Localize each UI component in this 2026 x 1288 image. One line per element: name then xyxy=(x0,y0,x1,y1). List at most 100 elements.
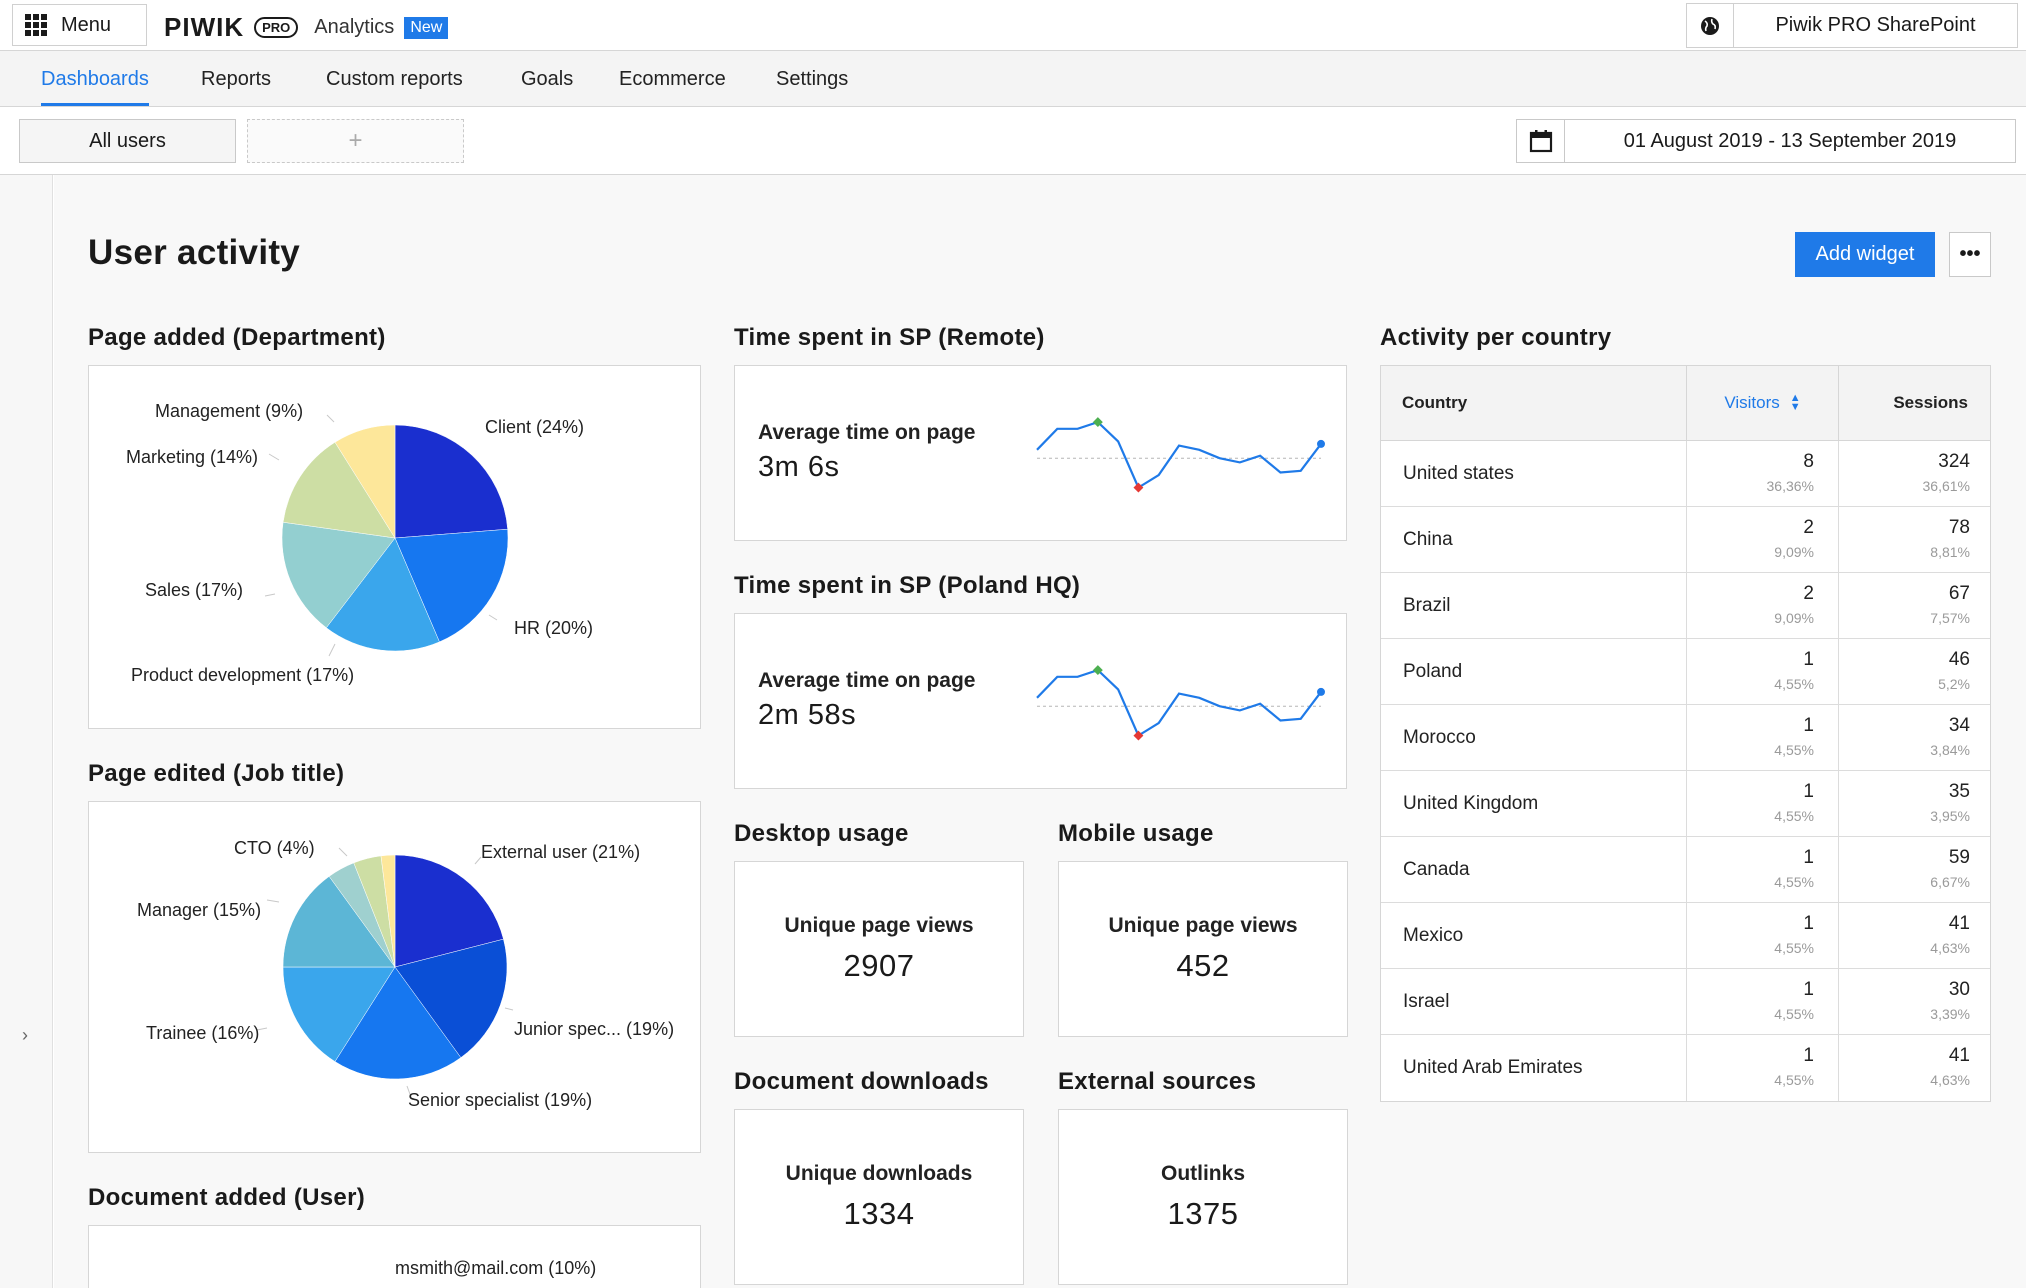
sessions-value: 67 xyxy=(1948,583,1970,604)
metric-label: Unique downloads xyxy=(785,1162,973,1185)
logo-word: PIWIK xyxy=(164,12,245,42)
country-name: United states xyxy=(1381,441,1687,506)
piwik-logo[interactable]: PIWIK PRO Analytics New xyxy=(164,12,449,43)
tab-settings[interactable]: Settings xyxy=(776,51,848,107)
tab-goals[interactable]: Goals xyxy=(521,51,573,107)
pie-label-manager: Manager (15%) xyxy=(137,900,262,920)
visitors-percent: 9,09% xyxy=(1774,610,1814,626)
metric-value: 2m 58s xyxy=(758,699,857,731)
sessions-cell: 59 6,67% xyxy=(1839,837,1990,902)
visitors-cell: 1 4,55% xyxy=(1687,705,1839,770)
column-header-visitors[interactable]: Visitors ▲ ▼ xyxy=(1687,366,1839,440)
sessions-cell: 78 8,81% xyxy=(1839,507,1990,572)
sessions-percent: 3,39% xyxy=(1930,1006,1970,1022)
column-header-sessions[interactable]: Sessions xyxy=(1839,366,1990,440)
metric-label: Average time on page xyxy=(758,421,976,444)
tab-ecommerce[interactable]: Ecommerce xyxy=(619,51,726,107)
main-nav: Dashboards Reports Custom reports Goals … xyxy=(0,51,2026,107)
pie-label-product-development: Product development (17%) xyxy=(131,665,355,685)
widget-document-added: msmith@mail.com (10%) xyxy=(88,1225,701,1288)
sparkline-min-marker xyxy=(1133,730,1144,741)
widget-time-poland: Average time on page 2m 58s xyxy=(734,613,1347,789)
table-row[interactable]: China 2 9,09% 78 8,81% xyxy=(1381,507,1990,573)
sparkline-min-marker xyxy=(1133,482,1144,493)
tab-dashboards[interactable]: Dashboards xyxy=(41,51,149,107)
metric-label: Unique page views xyxy=(784,914,974,937)
date-range-picker[interactable]: 01 August 2019 - 13 September 2019 xyxy=(1516,119,2016,163)
sessions-percent: 4,63% xyxy=(1930,940,1970,956)
sessions-cell: 41 4,63% xyxy=(1839,1035,1990,1101)
metric-label: Average time on page xyxy=(758,669,976,692)
new-badge: New xyxy=(404,16,449,39)
menu-button[interactable]: Menu xyxy=(12,4,147,46)
visitors-header-label: Visitors xyxy=(1724,393,1780,412)
country-name: Mexico xyxy=(1381,903,1687,968)
pie-label-hr: HR (20%) xyxy=(514,618,594,638)
filter-bar: All users + 01 August 2019 - 13 Septembe… xyxy=(0,107,2026,175)
menu-label: Menu xyxy=(61,13,112,36)
sessions-cell: 30 3,39% xyxy=(1839,969,1990,1034)
country-name: Morocco xyxy=(1381,705,1687,770)
table-row[interactable]: Mexico 1 4,55% 41 4,63% xyxy=(1381,903,1990,969)
visitors-value: 2 xyxy=(1803,517,1814,538)
logo-pro-badge: PRO xyxy=(254,17,299,38)
visitors-percent: 9,09% xyxy=(1774,544,1814,560)
chevron-right-icon[interactable]: › xyxy=(22,1025,28,1046)
table-row[interactable]: United Arab Emirates 1 4,55% 41 4,63% xyxy=(1381,1035,1990,1101)
pie-slice-client[interactable] xyxy=(394,424,508,539)
sessions-value: 41 xyxy=(1948,913,1970,934)
tab-reports[interactable]: Reports xyxy=(201,51,271,107)
widget-title-mobile: Mobile usage xyxy=(1058,820,1214,847)
visitors-value: 1 xyxy=(1803,781,1814,802)
side-panel-collapsed: › xyxy=(0,175,53,1288)
pie1-slices xyxy=(281,424,509,652)
column-header-country[interactable]: Country xyxy=(1381,366,1687,440)
table-row[interactable]: Brazil 2 9,09% 67 7,57% xyxy=(1381,573,1990,639)
site-switcher[interactable]: Piwik PRO SharePoint xyxy=(1686,3,2018,48)
visitors-percent: 4,55% xyxy=(1774,808,1814,824)
widget-page-added: Client (24%) HR (20%) Product developmen… xyxy=(88,365,701,729)
sparkline-chart xyxy=(1036,417,1325,493)
sparkline-chart xyxy=(1036,665,1325,741)
globe-icon xyxy=(1687,4,1734,47)
pie-label-cto: CTO (4%) xyxy=(234,838,315,858)
sessions-cell: 67 7,57% xyxy=(1839,573,1990,638)
date-range-text: 01 August 2019 - 13 September 2019 xyxy=(1623,129,1957,152)
visitors-cell: 1 4,55% xyxy=(1687,903,1839,968)
metric-label: Outlinks xyxy=(1160,1162,1245,1185)
metric-value: 3m 6s xyxy=(758,451,840,483)
widget-title-page-added: Page added (Department) xyxy=(88,324,386,351)
add-segment-button[interactable]: + xyxy=(247,119,464,163)
widget-title-external: External sources xyxy=(1058,1068,1257,1095)
table-row[interactable]: United states 8 36,36% 324 36,61% xyxy=(1381,441,1990,507)
dashboard-main: User activity Add widget ••• Page added … xyxy=(54,175,2026,1288)
table-row[interactable]: United Kingdom 1 4,55% 35 3,95% xyxy=(1381,771,1990,837)
country-name: United Kingdom xyxy=(1381,771,1687,836)
tab-custom-reports[interactable]: Custom reports xyxy=(326,51,463,107)
visitors-cell: 1 4,55% xyxy=(1687,1035,1839,1101)
grid-menu-icon xyxy=(25,14,47,36)
sessions-percent: 3,84% xyxy=(1930,742,1970,758)
table-row[interactable]: Morocco 1 4,55% 34 3,84% xyxy=(1381,705,1990,771)
visitors-cell: 2 9,09% xyxy=(1687,507,1839,572)
segment-all-users[interactable]: All users xyxy=(19,119,236,163)
table-row[interactable]: Canada 1 4,55% 59 6,67% xyxy=(1381,837,1990,903)
country-name: United Arab Emirates xyxy=(1381,1035,1687,1101)
page-title: User activity xyxy=(88,233,301,272)
table-body: United states 8 36,36% 324 36,61% China 2 9,09%… xyxy=(1381,441,1990,1101)
widget-time-remote: Average time on page 3m 6s xyxy=(734,365,1347,541)
sparkline-line xyxy=(1036,668,1322,738)
more-options-button[interactable]: ••• xyxy=(1949,232,1991,277)
sessions-value: 46 xyxy=(1948,649,1970,670)
widget-title-document-added: Document added (User) xyxy=(88,1184,366,1211)
visitors-value: 1 xyxy=(1803,649,1814,670)
sessions-percent: 8,81% xyxy=(1930,544,1970,560)
visitors-percent: 4,55% xyxy=(1774,676,1814,692)
site-name: Piwik PRO SharePoint xyxy=(1775,14,1976,36)
table-row[interactable]: Israel 1 4,55% 30 3,39% xyxy=(1381,969,1990,1035)
table-row[interactable]: Poland 1 4,55% 46 5,2% xyxy=(1381,639,1990,705)
country-name: Poland xyxy=(1381,639,1687,704)
add-widget-button[interactable]: Add widget xyxy=(1795,232,1935,277)
visitors-cell: 1 4,55% xyxy=(1687,639,1839,704)
visitors-percent: 4,55% xyxy=(1774,742,1814,758)
